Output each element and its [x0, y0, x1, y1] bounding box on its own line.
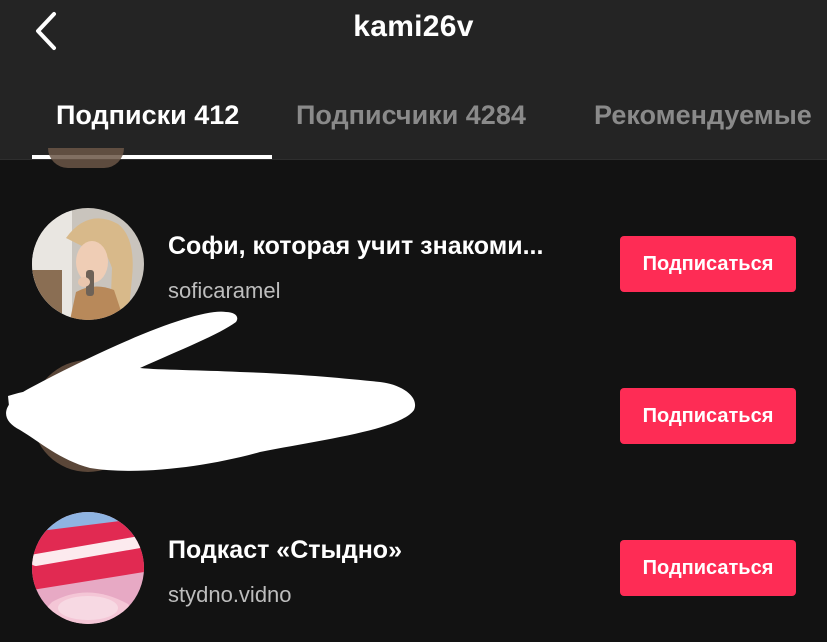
account-name: Подкаст «Стыдно»	[168, 536, 402, 564]
follow-button[interactable]: Подписаться	[620, 388, 796, 444]
tab-bar: Подписки 412 Подписчики 4284 Рекомендуем…	[0, 98, 827, 160]
page-title: kami26v	[353, 10, 474, 43]
avatar-photo	[32, 512, 144, 624]
tab-following[interactable]: Подписки 412	[56, 100, 239, 131]
tab-followers[interactable]: Подписчики 4284	[296, 100, 526, 131]
follow-button[interactable]: Подписаться	[620, 236, 796, 292]
follow-button[interactable]: Подписаться	[620, 540, 796, 596]
list-item[interactable]: Подкаст «Стыдно» stydno.vidno Подписатьс…	[0, 504, 827, 634]
account-name: Софи, которая учит знакоми...	[168, 232, 544, 260]
divider	[0, 159, 827, 160]
avatar[interactable]	[32, 512, 144, 624]
top-bar: kami26v Подписки 412 Подписчики 4284 Рек…	[0, 0, 827, 160]
account-handle: stydno.vidno	[168, 582, 292, 607]
screen: kami26v Подписки 412 Подписчики 4284 Рек…	[0, 0, 827, 642]
tab-suggested[interactable]: Рекомендуемые	[594, 100, 812, 131]
redaction-scribble	[6, 311, 416, 471]
partial-avatar	[48, 148, 124, 168]
